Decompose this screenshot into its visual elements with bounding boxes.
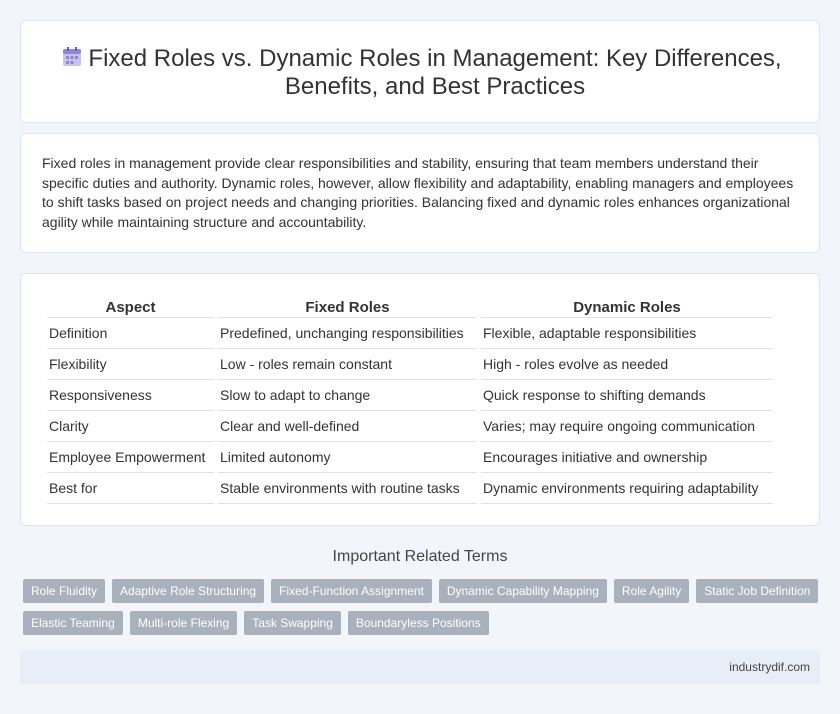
page-title: Fixed Roles vs. Dynamic Roles in Managem… bbox=[88, 45, 782, 100]
tag-row-1: Role Fluidity Adaptive Role Structuring … bbox=[23, 579, 823, 603]
table-row: Definition Predefined, unchanging respon… bbox=[47, 318, 773, 349]
tag-row-2: Elastic Teaming Multi-role Flexing Task … bbox=[23, 611, 823, 635]
related-terms-tags: Role Fluidity Adaptive Role Structuring … bbox=[23, 579, 823, 643]
tag-boundaryless-positions[interactable]: Boundaryless Positions bbox=[347, 611, 489, 635]
tag-static-job-definition[interactable]: Static Job Definition bbox=[696, 579, 819, 603]
table-row: Responsiveness Slow to adapt to change Q… bbox=[47, 380, 773, 411]
tag-adaptive-role-structuring[interactable]: Adaptive Role Structuring bbox=[112, 579, 265, 603]
cell-fixed: Limited autonomy bbox=[218, 442, 477, 473]
header-fixed-roles: Fixed Roles bbox=[218, 296, 477, 318]
tag-task-swapping[interactable]: Task Swapping bbox=[244, 611, 341, 635]
table-row: Best for Stable environments with routin… bbox=[47, 473, 773, 504]
cell-aspect: Definition bbox=[47, 318, 214, 349]
cell-aspect: Responsiveness bbox=[47, 380, 214, 411]
table-row: Clarity Clear and well-defined Varies; m… bbox=[47, 411, 773, 442]
table-row: Employee Empowerment Limited autonomy En… bbox=[47, 442, 773, 473]
tag-role-agility[interactable]: Role Agility bbox=[613, 579, 690, 603]
tag-multi-role-flexing[interactable]: Multi-role Flexing bbox=[129, 611, 238, 635]
cell-aspect: Clarity bbox=[47, 411, 214, 442]
cell-aspect: Best for bbox=[47, 473, 214, 504]
tag-elastic-teaming[interactable]: Elastic Teaming bbox=[23, 611, 123, 635]
cell-aspect: Flexibility bbox=[47, 349, 214, 380]
cell-fixed: Predefined, unchanging responsibilities bbox=[218, 318, 477, 349]
cell-aspect: Employee Empowerment bbox=[47, 442, 214, 473]
tag-role-fluidity[interactable]: Role Fluidity bbox=[23, 579, 106, 603]
footer-site-link[interactable]: industrydif.com bbox=[729, 660, 810, 674]
comparison-card: Aspect Fixed Roles Dynamic Roles Definit… bbox=[20, 273, 820, 526]
cell-fixed: Clear and well-defined bbox=[218, 411, 477, 442]
cell-dynamic: Dynamic environments requiring adaptabil… bbox=[481, 473, 773, 504]
cell-fixed: Stable environments with routine tasks bbox=[218, 473, 477, 504]
tag-dynamic-capability-mapping[interactable]: Dynamic Capability Mapping bbox=[438, 579, 607, 603]
cell-dynamic: High - roles evolve as needed bbox=[481, 349, 773, 380]
title-card: Fixed Roles vs. Dynamic Roles in Managem… bbox=[20, 20, 820, 123]
intro-card: Fixed roles in management provide clear … bbox=[20, 133, 820, 253]
cell-dynamic: Quick response to shifting demands bbox=[481, 380, 773, 411]
intro-paragraph: Fixed roles in management provide clear … bbox=[42, 155, 794, 230]
cell-dynamic: Flexible, adaptable responsibilities bbox=[481, 318, 773, 349]
table-header-row: Aspect Fixed Roles Dynamic Roles bbox=[47, 296, 773, 318]
related-terms-title: Important Related Terms bbox=[332, 548, 508, 565]
cell-dynamic: Varies; may require ongoing communicatio… bbox=[481, 411, 773, 442]
tag-fixed-function-assignment[interactable]: Fixed-Function Assignment bbox=[271, 579, 432, 603]
footer: industrydif.com bbox=[20, 650, 820, 684]
cell-fixed: Slow to adapt to change bbox=[218, 380, 477, 411]
cell-dynamic: Encourages initiative and ownership bbox=[481, 442, 773, 473]
table-row: Flexibility Low - roles remain constant … bbox=[47, 349, 773, 380]
header-aspect: Aspect bbox=[47, 296, 214, 318]
header-dynamic-roles: Dynamic Roles bbox=[481, 296, 773, 318]
cell-fixed: Low - roles remain constant bbox=[218, 349, 477, 380]
comparison-table: Aspect Fixed Roles Dynamic Roles Definit… bbox=[43, 296, 777, 504]
